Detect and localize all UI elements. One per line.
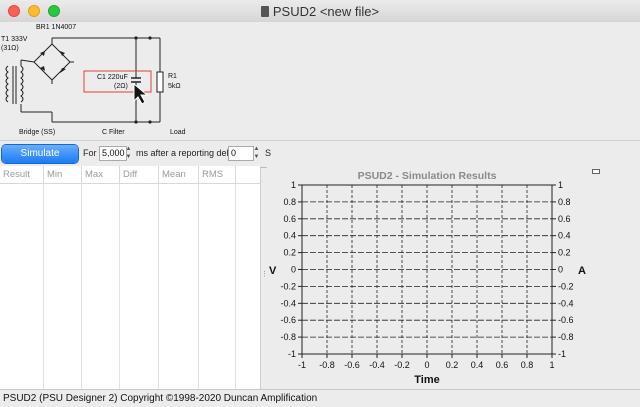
duration-stepper[interactable]: ▲ ▼ [125, 145, 132, 161]
for-label: For [83, 148, 97, 158]
plot-grid [302, 185, 552, 354]
y-tick-label-left: -0.8 [280, 332, 296, 342]
section-label-bridge: Bridge (SS) [19, 129, 55, 136]
x-tick-label: 0.6 [496, 360, 509, 370]
chevron-up-icon[interactable]: ▲ [125, 145, 132, 153]
y-tick-label-left: -0.2 [280, 281, 296, 291]
y-tick-label-right: 0.2 [558, 248, 571, 258]
delay-input[interactable]: 0 [228, 146, 254, 161]
status-text: PSUD2 (PSU Designer 2) Copyright ©1998-2… [3, 393, 318, 404]
column-header-spacer [236, 166, 260, 183]
x-tick-label: -0.4 [369, 360, 385, 370]
y-tick-label-right: -0.2 [558, 281, 574, 291]
y-axis-right-label: A [578, 265, 586, 277]
window-title: PSUD2 <new file> [0, 4, 640, 19]
transformer-symbol[interactable] [5, 60, 24, 112]
table-grid-lines [43, 184, 236, 389]
resistor-label: R1 [168, 73, 177, 80]
results-chart[interactable]: PSUD2 - Simulation Results Time V A -1 -0… [267, 166, 640, 389]
y-tick-label-left: -0.4 [280, 298, 296, 308]
y-tick-label-right: 1 [558, 180, 563, 190]
y-tick-label-left: 0.2 [283, 248, 296, 258]
column-header-max[interactable]: Max [82, 166, 120, 183]
y-tick-label-right: 0.8 [558, 197, 571, 207]
chevron-up-icon[interactable]: ▲ [253, 145, 260, 153]
ms-delay-label: ms after a reporting delay [136, 148, 239, 158]
chevron-down-icon[interactable]: ▼ [125, 153, 132, 161]
results-table-body [0, 184, 260, 389]
capacitor-label: C1 220uF [97, 74, 128, 81]
y-tick-label-right: 0.4 [558, 231, 571, 241]
bridge-rectifier-symbol[interactable] [20, 37, 160, 123]
y-tick-label-right: -1 [558, 349, 566, 359]
seconds-label: S [265, 148, 272, 158]
schematic-area[interactable]: T1 333V (31Ω) BR1 1N4007 C1 220uF (2Ω) R… [0, 22, 640, 140]
chevron-down-icon[interactable]: ▼ [253, 153, 260, 161]
x-tick-label: -0.8 [319, 360, 335, 370]
column-header-rms[interactable]: RMS [199, 166, 236, 183]
results-table[interactable]: Result Min Max Diff Mean RMS [0, 166, 261, 389]
status-bar: PSUD2 (PSU Designer 2) Copyright ©1998-2… [0, 389, 640, 407]
simulation-toolbar: Simulate For 5,000 ▲ ▼ ms after a reporti… [0, 140, 640, 168]
y-tick-label-left: -0.6 [280, 315, 296, 325]
y-tick-label-left: -1 [288, 349, 296, 359]
column-header-result[interactable]: Result [0, 166, 44, 183]
duration-input[interactable]: 5,000 [99, 146, 127, 161]
section-label-filter: C Filter [102, 129, 125, 136]
x-axis-label: Time [414, 374, 439, 386]
title-bar: PSUD2 <new file> [0, 0, 640, 23]
capacitor-symbol[interactable] [131, 38, 141, 122]
section-label-load: Load [170, 129, 186, 136]
junction-dot [148, 36, 152, 40]
results-table-header: Result Min Max Diff Mean RMS [0, 166, 260, 184]
transformer-resistance: (31Ω) [1, 45, 19, 52]
transformer-label[interactable]: T1 333V [1, 36, 28, 43]
chart-title: PSUD2 - Simulation Results [358, 170, 497, 182]
junction-dot [134, 120, 138, 124]
rectifier-label[interactable]: BR1 1N4007 [36, 24, 76, 31]
delay-stepper[interactable]: ▲ ▼ [253, 145, 260, 161]
y-tick-label-right: -0.8 [558, 332, 574, 342]
column-header-min[interactable]: Min [44, 166, 82, 183]
window-title-text: PSUD2 <new file> [272, 4, 380, 19]
minimize-chart-icon[interactable] [592, 169, 600, 174]
x-tick-label: 1 [549, 360, 554, 370]
y-tick-label-right: -0.6 [558, 315, 574, 325]
plot-pane: PSUD2 - Simulation Results Time V A -1 -0… [267, 166, 640, 389]
y-tick-label-left: 0.6 [283, 214, 296, 224]
y-tick-label-right: -0.4 [558, 298, 574, 308]
x-tick-label: 0.8 [521, 360, 534, 370]
resistor-value: 5kΩ [168, 83, 181, 90]
y-tick-label-left: 0.4 [283, 231, 296, 241]
y-tick-label-left: 0.8 [283, 197, 296, 207]
column-header-mean[interactable]: Mean [159, 166, 199, 183]
simulate-button[interactable]: Simulate [2, 145, 78, 163]
junction-dot [134, 36, 138, 40]
x-tick-label: 0.4 [471, 360, 484, 370]
x-tick-label: -0.2 [394, 360, 410, 370]
schematic-diagram: T1 333V (31Ω) BR1 1N4007 C1 220uF (2Ω) R… [1, 24, 186, 136]
document-icon [260, 6, 269, 17]
x-tick-label: -1 [298, 360, 306, 370]
capacitor-resistance: (2Ω) [114, 83, 128, 90]
y-tick-label-right: 0 [558, 265, 563, 275]
y-tick-label-right: 0.6 [558, 214, 571, 224]
column-header-diff[interactable]: Diff [120, 166, 159, 183]
x-tick-label: -0.6 [344, 360, 360, 370]
resistor-symbol[interactable] [156, 38, 164, 122]
x-tick-label: 0 [424, 360, 429, 370]
x-tick-label: 0.2 [446, 360, 459, 370]
junction-dot [148, 120, 152, 124]
y-tick-label-left: 1 [291, 180, 296, 190]
y-tick-label-left: 0 [291, 265, 296, 275]
y-axis-left-label: V [269, 265, 277, 277]
